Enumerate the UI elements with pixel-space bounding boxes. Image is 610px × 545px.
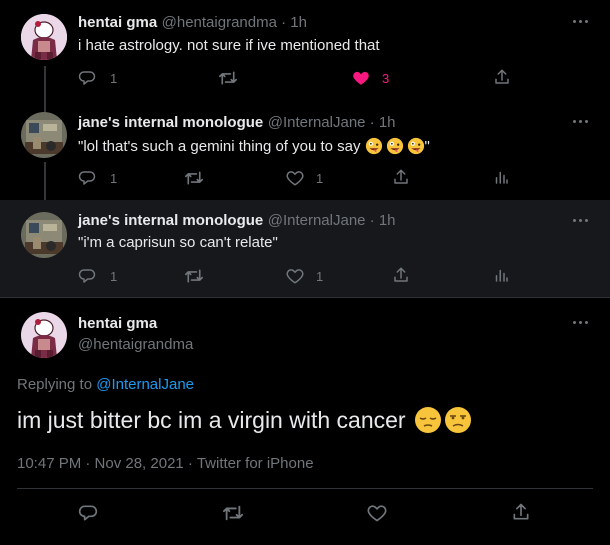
share-button[interactable] xyxy=(392,168,410,186)
tweet-metadata: 10:47 PM · Nov 28, 2021 · Twitter for iP… xyxy=(17,455,314,472)
divider xyxy=(17,488,593,489)
retweet-button[interactable] xyxy=(222,503,244,523)
author-name[interactable]: hentai gma xyxy=(78,14,157,31)
more-icon[interactable] xyxy=(573,17,593,27)
like-icon xyxy=(353,71,369,85)
tweet-3[interactable]: jane's internal monologue @InternalJane … xyxy=(0,200,610,297)
more-icon[interactable] xyxy=(573,318,593,328)
retweet-button[interactable] xyxy=(218,69,238,87)
reply-count: 1 xyxy=(110,71,118,86)
reply-count: 1 xyxy=(110,171,118,186)
author-handle[interactable]: @InternalJane · 1h xyxy=(268,114,396,131)
avatar-image xyxy=(21,212,67,258)
share-button[interactable] xyxy=(493,68,511,86)
like-button[interactable]: 3 xyxy=(352,69,402,89)
reply-icon xyxy=(78,71,96,85)
tweet-text-end: " xyxy=(424,137,430,155)
like-icon xyxy=(286,269,304,284)
avatar[interactable] xyxy=(21,112,67,158)
avatar[interactable] xyxy=(21,312,67,358)
reply-button[interactable]: 1 xyxy=(78,169,128,189)
analytics-button[interactable] xyxy=(492,168,510,186)
zany-face-emoji xyxy=(407,137,425,155)
analytics-icon xyxy=(495,269,508,282)
avatar-image xyxy=(21,312,67,358)
avatar[interactable] xyxy=(21,14,67,60)
avatar[interactable] xyxy=(21,212,67,258)
like-icon xyxy=(367,505,387,522)
like-count: 1 xyxy=(316,269,324,284)
author-name[interactable]: jane's internal monologue xyxy=(78,212,263,229)
retweet-icon xyxy=(219,71,237,85)
share-button[interactable] xyxy=(511,502,531,522)
retweet-icon xyxy=(185,269,203,283)
analytics-button[interactable] xyxy=(492,266,510,284)
tweet-text: "lol that's such a gemini thing of you t… xyxy=(78,137,361,155)
like-count: 1 xyxy=(316,171,324,186)
like-button[interactable]: 1 xyxy=(286,267,336,287)
pensive-face-emoji xyxy=(414,406,442,434)
like-icon xyxy=(286,171,304,186)
retweet-icon xyxy=(185,171,203,185)
zany-face-emoji xyxy=(365,137,383,155)
main-tweet: hentai gma @hentaigrandma Replying to @I… xyxy=(0,298,610,545)
main-tweet-text: im just bitter bc im a virgin with cance… xyxy=(17,406,406,433)
replying-to-link[interactable]: @InternalJane xyxy=(96,376,194,393)
retweet-icon xyxy=(223,505,243,521)
author-name[interactable]: hentai gma xyxy=(78,315,157,332)
avatar-image xyxy=(21,112,67,158)
unamused-face-emoji xyxy=(444,406,472,434)
like-count: 3 xyxy=(382,71,390,86)
analytics-icon xyxy=(495,171,508,184)
reply-icon xyxy=(78,505,98,521)
tweet-1[interactable]: hentai gma @hentaigrandma · 1h i hate as… xyxy=(0,0,610,112)
zany-face-emoji xyxy=(386,137,404,155)
replying-to-label: Replying to xyxy=(17,376,93,393)
share-icon xyxy=(394,267,408,282)
avatar-image xyxy=(21,14,67,60)
like-button[interactable] xyxy=(367,503,387,523)
reply-button[interactable]: 1 xyxy=(78,267,128,287)
tweet-text: "i'm a caprisun so can't relate" xyxy=(78,234,278,251)
tweet-2[interactable]: jane's internal monologue @InternalJane … xyxy=(0,100,610,212)
author-handle[interactable]: @hentaigrandma · 1h xyxy=(162,14,307,31)
more-icon[interactable] xyxy=(573,117,593,127)
share-icon xyxy=(394,169,408,184)
author-handle[interactable]: @hentaigrandma xyxy=(78,336,193,353)
share-icon xyxy=(513,503,529,520)
author-handle[interactable]: @InternalJane · 1h xyxy=(268,212,396,229)
tweet-text: i hate astrology. not sure if ive mentio… xyxy=(78,37,380,54)
reply-button[interactable] xyxy=(78,503,98,523)
retweet-button[interactable] xyxy=(184,267,204,285)
share-button[interactable] xyxy=(392,266,410,284)
author-name[interactable]: jane's internal monologue xyxy=(78,114,263,131)
share-icon xyxy=(495,69,509,84)
retweet-button[interactable] xyxy=(184,169,204,187)
reply-icon xyxy=(78,269,96,283)
reply-button[interactable]: 1 xyxy=(78,69,128,89)
like-button[interactable]: 1 xyxy=(286,169,336,189)
more-icon[interactable] xyxy=(573,216,593,226)
reply-icon xyxy=(78,171,96,185)
reply-count: 1 xyxy=(110,269,118,284)
